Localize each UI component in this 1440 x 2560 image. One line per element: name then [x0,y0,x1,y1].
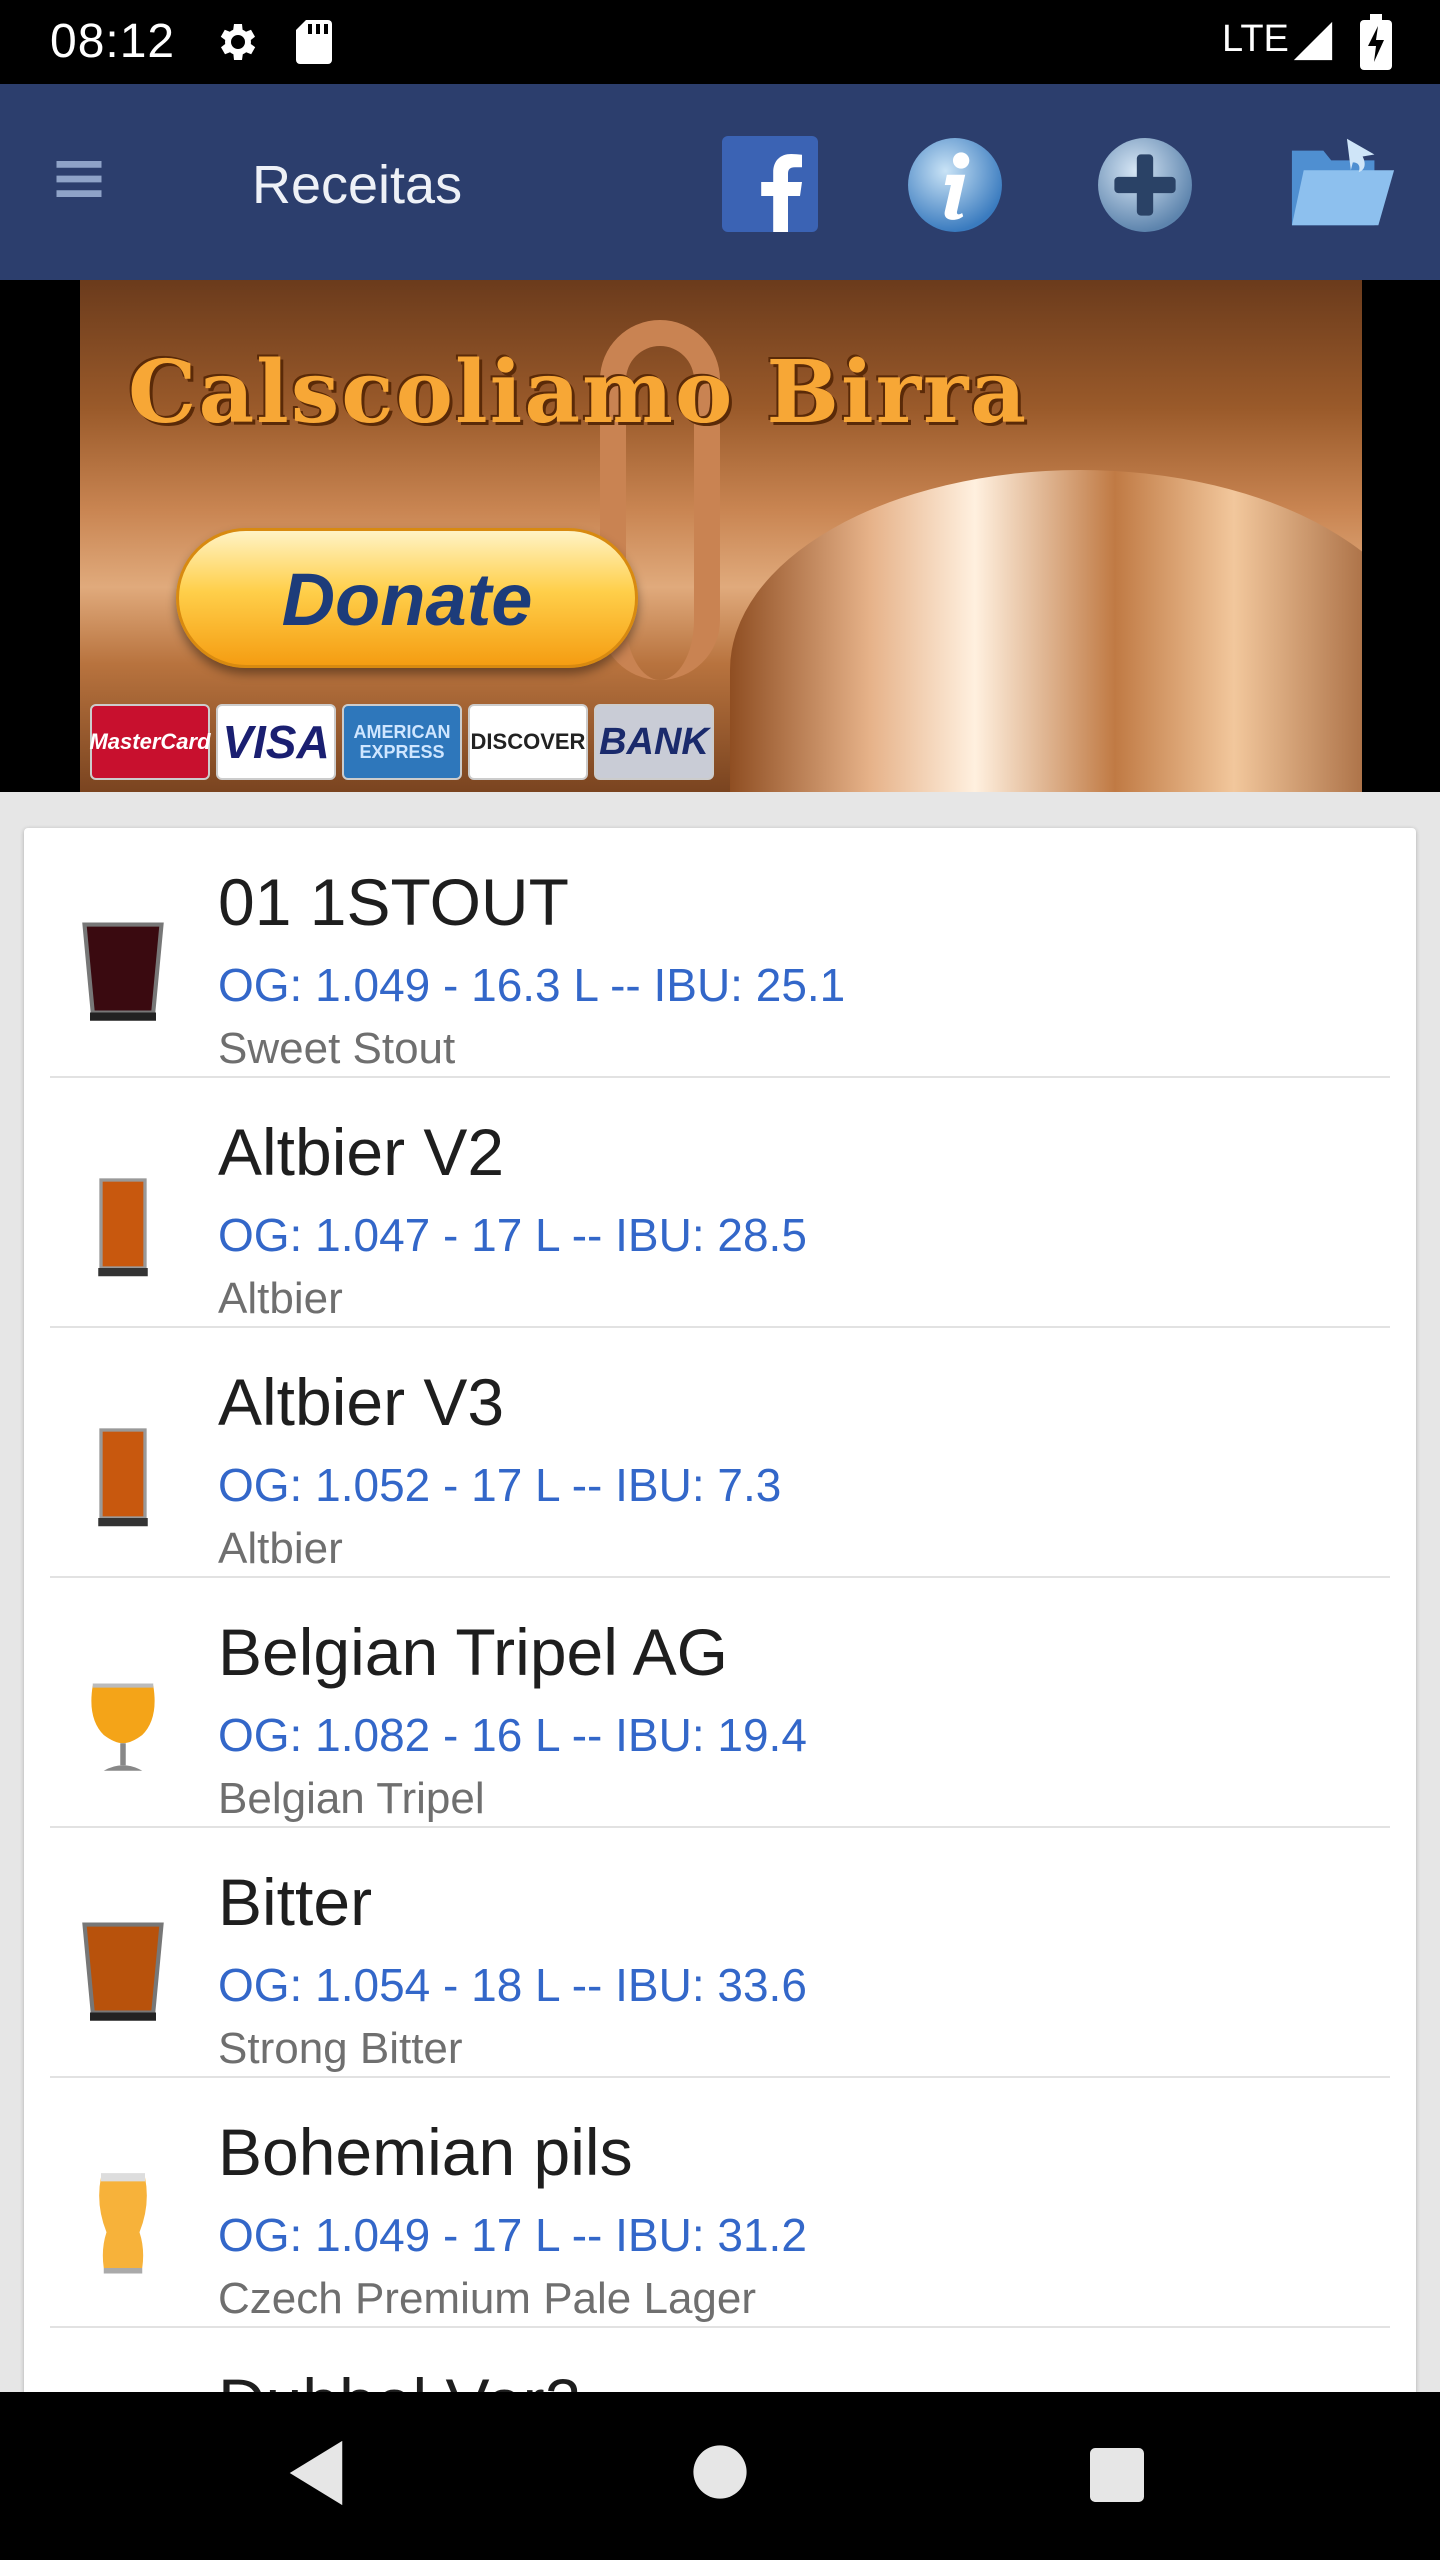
recipe-stats: OG: 1.052 - 17 L -- IBU: 7.3 [218,1459,782,1511]
recipe-stats: OG: 1.082 - 16 L -- IBU: 19.4 [218,1709,807,1761]
beer-glass-icon [98,1178,148,1277]
mastercard-logo: MasterCard [89,704,211,780]
facebook-icon[interactable] [722,136,818,232]
recipe-style: Czech Premium Pale Lager [218,2274,757,2323]
recipe-name: 01 1STOUT [218,865,569,939]
donate-banner[interactable]: Calscoliamo Birra Donate MasterCard VISA… [80,280,1362,792]
recipe-style: Belgian Tripel [218,1774,485,1823]
recipe-style: Sweet Stout [218,1024,456,1073]
gear-icon [220,24,256,60]
recipe-stats: OG: 1.047 - 17 L -- IBU: 28.5 [218,1209,807,1261]
payment-cards: MasterCard VISA AMERICAN EXPRESS DISCOVE… [89,704,714,780]
recipe-name: Bohemian pils [218,2115,633,2189]
recipe-style: Altbier [218,1274,343,1323]
donate-button[interactable]: Donate [176,528,638,668]
status-bar: 08:12 LTE [0,0,1440,84]
page-title: Receitas [252,155,463,215]
back-icon[interactable] [286,2438,346,2508]
sd-card-icon [296,20,332,64]
status-time: 08:12 [50,15,176,68]
recents-icon[interactable] [1090,2448,1144,2502]
network-type: LTE [1222,18,1289,60]
recipe-list-area: 01 1STOUT OG: 1.049 - 16.3 L -- IBU: 25.1… [0,792,1440,2392]
beer-glass-icon [91,1683,155,1771]
recipe-row[interactable]: Bitter OG: 1.054 - 18 L -- IBU: 33.6 Stron… [50,1828,1390,2078]
visa-logo: VISA [216,704,336,780]
recipe-row[interactable]: Altbier V3 OG: 1.052 - 17 L -- IBU: 7.3 Al… [50,1328,1390,1578]
recipe-row[interactable]: Dubbel Ver2 [50,2328,1390,2392]
recipe-name: Dubbel Ver2 [218,2364,581,2392]
recipe-row[interactable]: Bohemian pils OG: 1.049 - 17 L -- IBU: 31… [50,2078,1390,2328]
discover-logo: DISCOVER [468,704,588,780]
info-icon[interactable] [906,136,1004,234]
recipe-row[interactable]: Belgian Tripel AG OG: 1.082 - 16 L -- IBU… [50,1578,1390,1828]
folder-open-icon[interactable] [1288,130,1398,234]
recipe-name: Belgian Tripel AG [218,1615,728,1689]
recipe-style: Strong Bitter [218,2024,463,2073]
app-bar: Receitas [0,84,1440,280]
signal-icon [1293,21,1333,61]
recipe-list[interactable]: 01 1STOUT OG: 1.049 - 16.3 L -- IBU: 25.1… [24,828,1416,2392]
recipe-name: Altbier V2 [218,1115,505,1189]
home-icon[interactable] [692,2444,748,2500]
bank-logo: BANK [594,704,714,780]
beer-glass-icon [99,2173,147,2274]
beer-glass-icon [82,922,164,1021]
recipe-row[interactable]: Altbier V2 OG: 1.047 - 17 L -- IBU: 28.5 A… [50,1078,1390,1328]
banner-container: Calscoliamo Birra Donate MasterCard VISA… [0,280,1440,792]
add-icon[interactable] [1096,136,1194,234]
recipe-style: Altbier [218,1524,343,1573]
recipe-name: Bitter [218,1865,373,1939]
banner-title: Calscoliamo Birra [128,342,1029,443]
menu-icon[interactable] [52,152,106,206]
amex-logo: AMERICAN EXPRESS [342,704,462,780]
recipe-name: Altbier V3 [218,1365,505,1439]
navigation-bar [0,2392,1440,2560]
banner-kettle-graphic [730,470,1362,792]
recipe-row[interactable]: 01 1STOUT OG: 1.049 - 16.3 L -- IBU: 25.1… [50,828,1390,1078]
recipe-stats: OG: 1.054 - 18 L -- IBU: 33.6 [218,1959,807,2011]
beer-glass-icon [98,1428,148,1527]
donate-label: Donate [281,558,533,641]
recipe-stats: OG: 1.049 - 16.3 L -- IBU: 25.1 [218,959,846,1011]
beer-glass-icon [82,1922,164,2021]
battery-charging-icon [1360,14,1392,70]
recipe-stats: OG: 1.049 - 17 L -- IBU: 31.2 [218,2209,807,2261]
